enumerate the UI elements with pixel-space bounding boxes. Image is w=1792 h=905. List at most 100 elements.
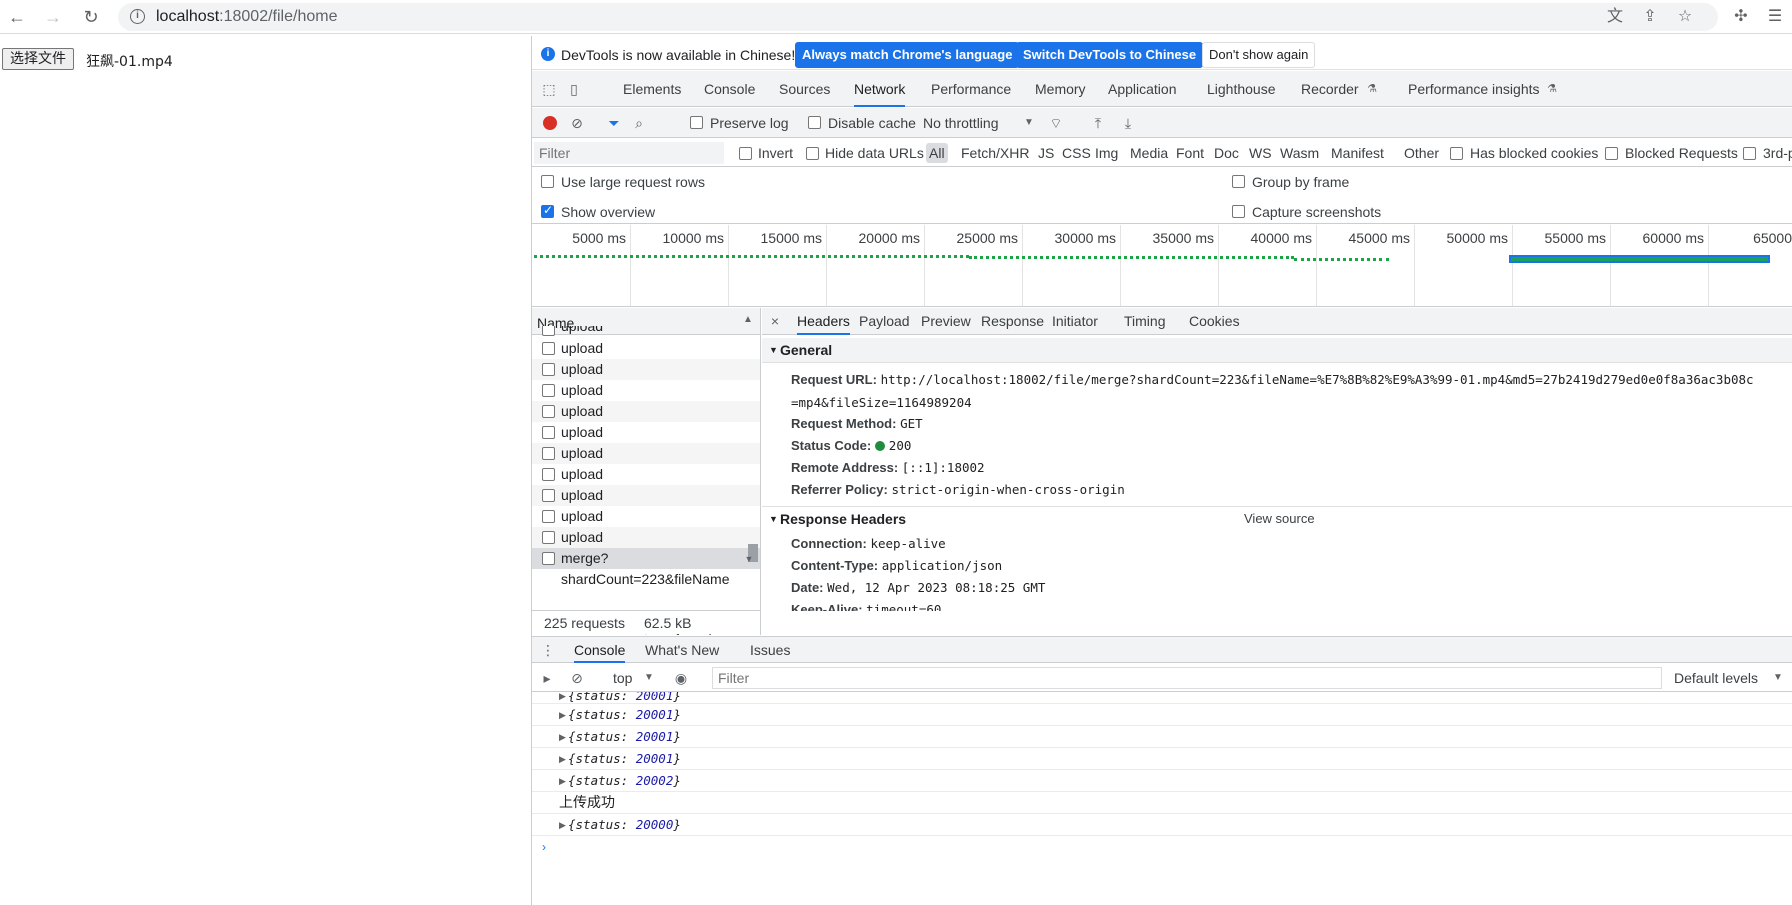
type-filter-wasm[interactable]: Wasm <box>1277 143 1322 163</box>
reading-list-icon[interactable]: ☰ <box>1764 6 1786 28</box>
network-overview[interactable]: 5000 ms 10000 ms 15000 ms 20000 ms 25000… <box>532 225 1792 307</box>
drawer-tab-whats-new[interactable]: What's New <box>645 637 719 663</box>
hide-data-urls-checkbox[interactable] <box>806 147 819 160</box>
throttling-select[interactable]: No throttling <box>923 115 998 131</box>
site-info-icon[interactable]: i <box>130 9 145 24</box>
tab-headers[interactable]: Headers <box>797 308 850 335</box>
tab-timing[interactable]: Timing <box>1124 308 1166 335</box>
console-filter-input[interactable] <box>712 667 1662 689</box>
expand-triangle-icon[interactable]: ▶ <box>559 814 566 836</box>
console-message[interactable]: ▶ {status: 20001} <box>532 692 1792 704</box>
clear-console-icon[interactable]: ⊘ <box>568 669 586 687</box>
request-row-checkbox[interactable] <box>542 552 555 565</box>
tab-lighthouse[interactable]: Lighthouse <box>1207 71 1276 107</box>
tab-network[interactable]: Network <box>854 71 906 107</box>
tab-console[interactable]: Console <box>704 71 755 107</box>
address-bar[interactable]: i localhost:18002/file/home 文 ⇪ ☆ <box>118 3 1718 31</box>
request-row-checkbox[interactable] <box>542 447 555 460</box>
request-row-checkbox[interactable] <box>542 405 555 418</box>
device-toolbar-icon[interactable]: ▯ <box>565 80 583 98</box>
tab-payload[interactable]: Payload <box>859 308 910 335</box>
expand-triangle-icon[interactable]: ▶ <box>559 726 566 748</box>
sidebar-toggle-icon[interactable]: ▸ <box>538 669 556 687</box>
blocked-cookies-checkbox[interactable] <box>1450 147 1463 160</box>
chevron-down-icon[interactable]: ▼ <box>1020 114 1038 132</box>
tab-memory[interactable]: Memory <box>1035 71 1086 107</box>
forward-icon[interactable]: → <box>40 5 66 29</box>
type-filter-media[interactable]: Media <box>1127 143 1171 163</box>
more-options-icon[interactable]: ⋮ <box>539 641 557 659</box>
expand-triangle-icon[interactable]: ▶ <box>559 692 566 701</box>
tab-initiator[interactable]: Initiator <box>1052 308 1098 335</box>
request-row[interactable]: upload <box>532 527 760 548</box>
chevron-down-icon[interactable]: ▼ <box>640 669 658 687</box>
bookmark-star-icon[interactable]: ☆ <box>1674 6 1696 28</box>
preserve-log-checkbox[interactable] <box>690 116 703 129</box>
dont-show-again-button[interactable]: Don't show again <box>1202 42 1316 68</box>
console-message[interactable]: ▶ {status: 20000} <box>532 814 1792 836</box>
request-row[interactable]: upload <box>532 464 760 485</box>
general-section-header[interactable]: ▼ General <box>762 338 1792 363</box>
request-row[interactable]: upload <box>532 485 760 506</box>
request-row[interactable]: upload <box>532 506 760 527</box>
console-message[interactable]: ▶ {status: 20001} <box>532 704 1792 726</box>
type-filter-doc[interactable]: Doc <box>1211 143 1242 163</box>
request-row[interactable]: upload <box>532 422 760 443</box>
console-message[interactable]: 上传成功 <box>532 792 1792 814</box>
drawer-tab-console[interactable]: Console <box>574 637 626 663</box>
expand-triangle-icon[interactable]: ▶ <box>559 704 566 726</box>
network-filter-input[interactable] <box>534 142 724 164</box>
request-row[interactable]: upload <box>532 443 760 464</box>
record-icon[interactable] <box>543 116 557 130</box>
chevron-down-icon[interactable]: ▼ <box>1769 669 1787 687</box>
request-row[interactable]: upload <box>532 401 760 422</box>
extensions-icon[interactable]: ✣ <box>1730 6 1752 28</box>
type-filter-manifest[interactable]: Manifest <box>1328 143 1387 163</box>
request-row-checkbox[interactable] <box>542 510 555 523</box>
type-filter-all[interactable]: All <box>926 143 948 163</box>
export-har-icon[interactable]: ⤓ <box>1119 114 1137 132</box>
type-filter-ws[interactable]: WS <box>1246 143 1275 163</box>
tab-sources[interactable]: Sources <box>779 71 830 107</box>
request-row[interactable]: upload <box>532 359 760 380</box>
share-icon[interactable]: ⇪ <box>1639 6 1661 28</box>
request-row-checkbox[interactable] <box>542 426 555 439</box>
tab-application[interactable]: Application <box>1108 71 1177 107</box>
log-levels-select[interactable]: Default levels <box>1674 670 1758 686</box>
type-filter-other[interactable]: Other <box>1401 143 1442 163</box>
disable-cache-checkbox[interactable] <box>808 116 821 129</box>
network-conditions-icon[interactable]: ⌔ <box>1047 114 1065 132</box>
request-row[interactable]: upload <box>532 380 760 401</box>
blocked-requests-checkbox[interactable] <box>1605 147 1618 160</box>
search-icon[interactable]: ⌕ <box>630 114 648 132</box>
request-row-checkbox[interactable] <box>542 489 555 502</box>
type-filter-fetch-xhr[interactable]: Fetch/XHR <box>958 143 1032 163</box>
expand-triangle-icon[interactable]: ▶ <box>559 770 566 792</box>
tab-cookies[interactable]: Cookies <box>1189 308 1240 335</box>
invert-checkbox[interactable] <box>739 147 752 160</box>
filter-icon[interactable]: ⏷ <box>605 114 623 132</box>
request-row-checkbox[interactable] <box>542 468 555 481</box>
clear-icon[interactable]: ⊘ <box>568 114 586 132</box>
request-row-checkbox[interactable] <box>542 531 555 544</box>
switch-to-chinese-button[interactable]: Switch DevTools to Chinese <box>1016 42 1204 68</box>
translate-icon[interactable]: 文 <box>1604 6 1626 28</box>
show-overview-checkbox[interactable] <box>541 203 554 218</box>
context-select[interactable]: top <box>613 670 632 686</box>
scroll-down-icon[interactable]: ▼ <box>740 550 758 568</box>
type-filter-js[interactable]: JS <box>1035 143 1057 163</box>
type-filter-img[interactable]: Img <box>1092 143 1121 163</box>
expand-triangle-icon[interactable]: ▶ <box>559 748 566 770</box>
request-row-checkbox[interactable] <box>542 342 555 355</box>
type-filter-font[interactable]: Font <box>1173 143 1207 163</box>
request-row[interactable]: upload <box>532 326 760 338</box>
back-icon[interactable]: ← <box>4 5 30 29</box>
console-message[interactable]: ▶ {status: 20001} <box>532 726 1792 748</box>
request-row-checkbox[interactable] <box>542 363 555 376</box>
always-match-language-button[interactable]: Always match Chrome's language <box>795 42 1020 68</box>
console-prompt[interactable]: › <box>532 836 1792 858</box>
request-row[interactable]: upload <box>532 338 760 359</box>
request-row-checkbox[interactable] <box>542 326 555 336</box>
tab-recorder[interactable]: Recorder <box>1301 71 1359 107</box>
drawer-tab-issues[interactable]: Issues <box>750 637 790 663</box>
